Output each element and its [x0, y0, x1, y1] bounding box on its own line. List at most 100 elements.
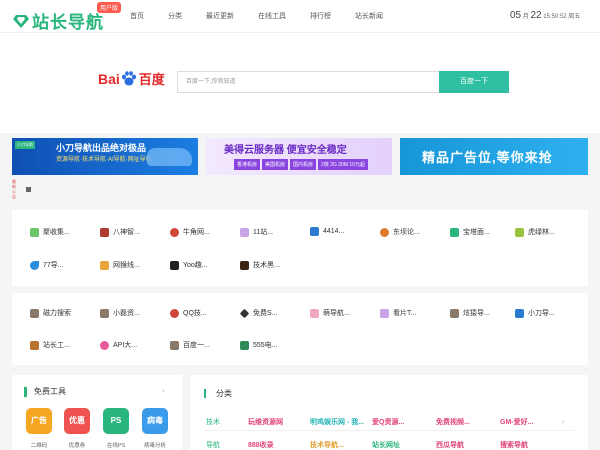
site-favicon-icon	[380, 308, 389, 318]
site-label: 炫猿导...	[463, 310, 490, 317]
baidu-logo[interactable]: Bai 百度	[98, 69, 165, 88]
category-link[interactable]: 免费视频...	[436, 417, 470, 427]
chevron-right-icon[interactable]: ›	[562, 417, 565, 426]
site-link[interactable]: 网猴线...	[100, 260, 140, 270]
clock-time: 15:50:52 周五	[543, 14, 581, 20]
clock-day: 22	[530, 10, 542, 21]
site-favicon-icon	[100, 340, 109, 350]
tool-virus-scan[interactable]: 病毒	[142, 408, 168, 434]
category-link[interactable]: 玩维资源网	[248, 417, 283, 427]
site-link[interactable]: Yoo趣...	[170, 260, 208, 270]
site-label: Yoo趣...	[183, 262, 208, 269]
site-link[interactable]: QQ技...	[170, 308, 207, 318]
banner-title: 美得云服务器 便宜安全稳定	[224, 145, 347, 156]
logo-badge: 用户版	[97, 2, 122, 13]
site-link[interactable]: 看片T...	[380, 308, 416, 318]
free-tools-panel: 免费工具 › 广告 二维码 优惠 优惠券 PS 在线PS 病毒 病毒分析	[12, 375, 182, 450]
notice-label: 最 新 公 告	[12, 179, 19, 199]
search-input[interactable]: 百度一下,你就知道	[177, 71, 439, 93]
category-link[interactable]: 站长网址	[372, 440, 400, 450]
site-link[interactable]: 磁力搜索	[30, 308, 71, 318]
banner-xiaodao[interactable]: 小刀导航 小刀导航出品绝对极品 资源导航·技术导航·AI导航·网址导航	[12, 138, 198, 175]
site-link[interactable]: 牛角网...	[170, 227, 210, 237]
nav-recent-updates[interactable]: 最近更新	[206, 11, 234, 21]
category-tab-tech[interactable]: 技术	[206, 417, 220, 427]
site-link[interactable]: 八神智...	[100, 227, 140, 237]
nav-webmaster-news[interactable]: 站长新闻	[355, 11, 383, 21]
banner-ad-slot[interactable]: 精品广告位,等你来抢	[400, 138, 588, 175]
site-link[interactable]: 免费S...	[239, 308, 278, 318]
search-button[interactable]: 百度一下	[439, 71, 509, 93]
site-label: 百度一...	[183, 342, 210, 349]
nav-rankings[interactable]: 排行榜	[310, 11, 331, 21]
site-label: 虎绿林...	[528, 229, 555, 236]
tools-title: 免费工具	[34, 387, 66, 396]
banner-title: 小刀导航出品绝对极品	[56, 143, 147, 153]
site-favicon-icon	[170, 340, 179, 350]
site-link[interactable]: API大...	[100, 340, 137, 350]
categories-panel: 分类 技术 玩维资源网 明鸡娱乐网 - 我... 爱Q资源... 免费视频...…	[190, 375, 588, 450]
site-favicon-icon	[310, 308, 319, 318]
baidu-logo-right: 百度	[138, 72, 165, 87]
search-area: Bai 百度 百度一下,你就知道 百度一下	[0, 33, 600, 133]
site-label: QQ技...	[183, 310, 207, 317]
chevron-right-icon[interactable]: ›	[162, 386, 165, 395]
category-link[interactable]: 技术导航...	[310, 440, 344, 450]
site-link[interactable]: 虎绿林...	[515, 227, 555, 237]
category-link[interactable]: 西瓜导航	[436, 440, 464, 450]
site-link[interactable]: 小磊资...	[100, 308, 140, 318]
car-illustration-icon	[147, 148, 192, 166]
category-link[interactable]: 888收录	[248, 440, 274, 450]
category-link[interactable]: 爱Q资源...	[372, 417, 404, 427]
diamond-logo-icon	[13, 14, 29, 28]
section-accent	[204, 389, 206, 398]
site-favicon-icon	[100, 260, 109, 270]
notice-marker-icon	[26, 187, 31, 192]
site-link[interactable]: 555电...	[240, 340, 278, 350]
tool-coupon[interactable]: 优惠	[64, 408, 90, 434]
category-tab-nav[interactable]: 导航	[206, 440, 220, 450]
banner-title: 精品广告位,等你来抢	[422, 150, 553, 165]
category-link[interactable]: 搜索导航	[500, 440, 528, 450]
site-link[interactable]: 4414...	[310, 227, 344, 236]
site-favicon-icon	[30, 260, 39, 270]
clock-month-unit: 月	[522, 14, 529, 20]
nav-home[interactable]: 首页	[130, 11, 144, 21]
category-link[interactable]: 明鸡娱乐网 - 我...	[310, 417, 364, 427]
site-link[interactable]: 11站...	[240, 227, 273, 237]
tool-label: 二维码	[30, 443, 48, 449]
divider	[204, 430, 574, 431]
nav-categories[interactable]: 分类	[168, 11, 182, 21]
site-favicon-icon	[240, 340, 249, 350]
site-label: 看片T...	[393, 310, 417, 317]
banner-tag: 香港机房	[234, 159, 261, 170]
banner-tag: 国内机房	[290, 159, 317, 170]
site-link[interactable]: 站长工...	[30, 340, 70, 350]
site-link[interactable]: 聚收集...	[30, 227, 70, 237]
site-logo[interactable]: 站长导航 用户版	[13, 2, 122, 33]
tool-qrcode[interactable]: 广告	[26, 408, 52, 434]
main-nav: 首页 分类 最近更新 在线工具 排行榜 站长新闻	[130, 11, 407, 21]
site-favicon-icon	[170, 308, 179, 318]
banner-meide-cloud[interactable]: 美得云服务器 便宜安全稳定 香港机房 美国机房 国内机房 2核 2G 20M 1…	[206, 138, 392, 175]
site-link[interactable]: 宝塔面...	[450, 227, 490, 237]
site-link[interactable]: 东坝论...	[380, 227, 420, 237]
category-link[interactable]: GM-爱好...	[500, 417, 533, 427]
site-favicon-icon	[100, 308, 109, 318]
clock-month: 05	[510, 10, 522, 21]
site-link[interactable]: 炫猿导...	[450, 308, 490, 318]
site-favicon-icon	[310, 227, 319, 236]
site-favicon-icon	[515, 227, 524, 237]
tool-online-ps[interactable]: PS	[103, 408, 129, 434]
site-favicon-icon	[100, 227, 109, 237]
site-label: 站长工...	[43, 342, 70, 349]
site-link[interactable]: 萌导航...	[310, 308, 350, 318]
site-favicon-icon	[30, 340, 39, 350]
site-link[interactable]: 小刀导...	[515, 308, 555, 318]
site-link[interactable]: 技术黑...	[240, 260, 280, 270]
notice-bar: 最 新 公 告	[12, 177, 588, 203]
nav-online-tools[interactable]: 在线工具	[258, 11, 286, 21]
site-favicon-icon	[515, 308, 524, 318]
site-link[interactable]: 百度一...	[170, 340, 210, 350]
site-link[interactable]: 77导...	[30, 260, 64, 270]
